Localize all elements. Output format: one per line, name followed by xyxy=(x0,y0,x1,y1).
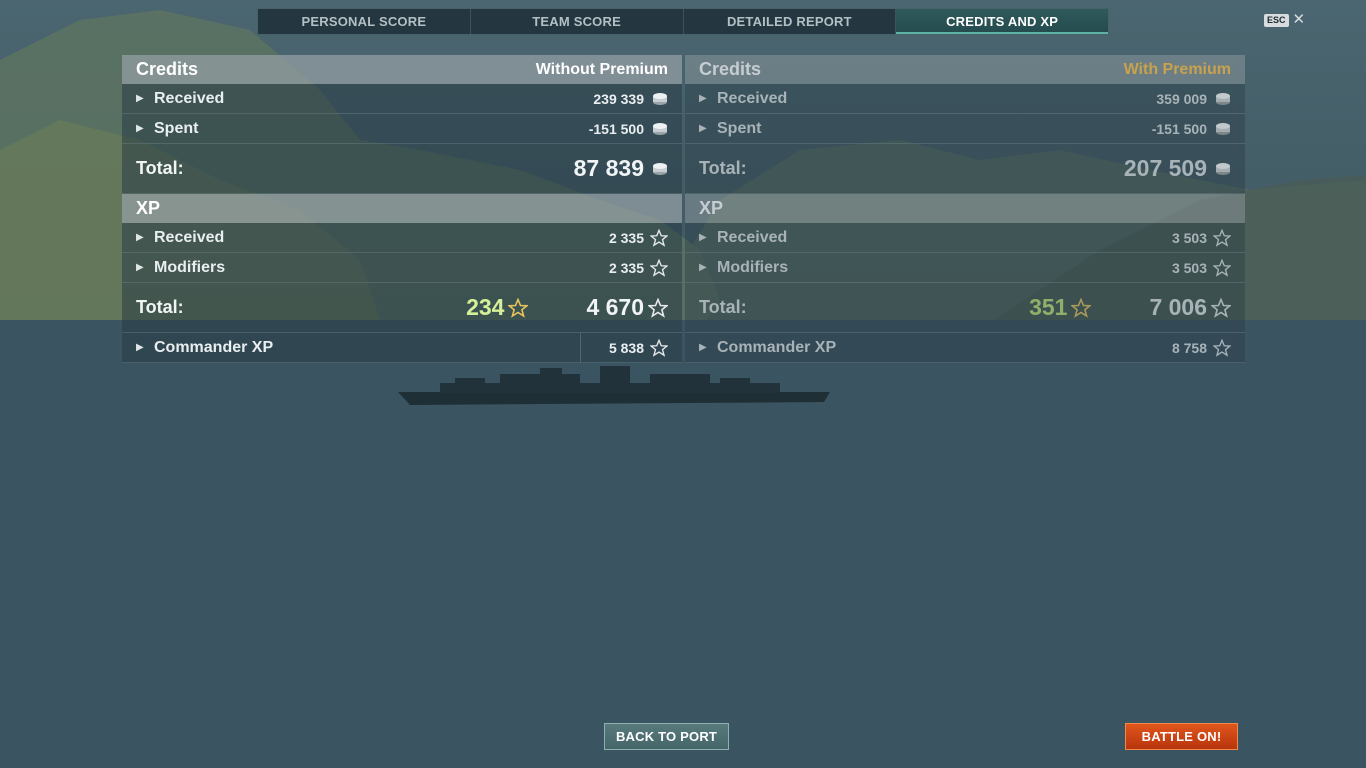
credits-total-label: Total: xyxy=(136,158,184,178)
xp-total-label: Total: xyxy=(699,297,747,317)
commander-xp-label: Commander XP xyxy=(154,338,274,356)
free-xp-star-icon xyxy=(508,297,544,318)
close-icon: ✕ xyxy=(1292,11,1306,28)
xp-modifiers-value: 2 335 xyxy=(608,259,644,276)
commander-xp-row[interactable]: ▶ Commander XP 8 758 xyxy=(685,333,1245,363)
xp-star-icon xyxy=(644,297,668,318)
xp-received-value: 2 335 xyxy=(608,229,644,246)
credits-header: Credits Without Premium xyxy=(122,55,682,84)
xp-received-row[interactable]: ▶ Received 3 503 xyxy=(685,223,1245,253)
report-tabs: PERSONAL SCORE TEAM SCORE DETAILED REPOR… xyxy=(257,8,1109,35)
xp-received-value: 3 503 xyxy=(1171,229,1207,246)
xp-received-row[interactable]: ▶ Received 2 335 xyxy=(122,223,682,253)
xp-star-icon xyxy=(1207,338,1231,357)
credits-total-row: Total: 207 509 xyxy=(685,144,1245,194)
credits-total-value: 207 509 xyxy=(1123,155,1207,181)
xp-modifiers-label: Modifiers xyxy=(717,258,789,276)
xp-title: XP xyxy=(699,198,724,218)
xp-star-icon xyxy=(1207,258,1231,277)
xp-total-row: Total: 234 4 670 xyxy=(122,283,682,333)
xp-header: XP xyxy=(122,194,682,223)
credits-header: Credits With Premium xyxy=(685,55,1245,84)
credits-spent-label: Spent xyxy=(154,119,199,137)
xp-total-row: Total: 351 7 006 xyxy=(685,283,1245,333)
xp-title: XP xyxy=(136,198,161,218)
expand-arrow-icon: ▶ xyxy=(699,232,707,243)
expand-arrow-icon: ▶ xyxy=(136,262,144,273)
credits-received-label: Received xyxy=(717,89,788,107)
expand-arrow-icon: ▶ xyxy=(699,262,707,273)
credits-coin-icon xyxy=(644,122,668,136)
xp-received-label: Received xyxy=(154,228,225,246)
credits-received-row[interactable]: ▶ Received 239 339 xyxy=(122,84,682,114)
credits-received-label: Received xyxy=(154,89,225,107)
tab-detailed-report[interactable]: DETAILED REPORT xyxy=(684,9,897,34)
credits-coin-icon xyxy=(1207,122,1231,136)
credits-total-label: Total: xyxy=(699,158,747,178)
xp-star-icon xyxy=(644,258,668,277)
expand-arrow-icon: ▶ xyxy=(699,342,707,353)
xp-modifiers-value: 3 503 xyxy=(1171,259,1207,276)
with-premium-panel: Credits With Premium ▶ Received 359 009 … xyxy=(685,55,1245,363)
tab-credits-and-xp[interactable]: CREDITS AND XP xyxy=(896,9,1108,34)
commander-xp-label: Commander XP xyxy=(717,338,837,356)
tab-personal-score[interactable]: PERSONAL SCORE xyxy=(258,9,471,34)
credits-total-value: 87 839 xyxy=(573,155,644,181)
close-button[interactable]: ESC ✕ xyxy=(1264,11,1306,28)
expand-arrow-icon: ▶ xyxy=(136,123,144,134)
credits-coin-icon xyxy=(1207,92,1231,106)
free-xp-star-icon xyxy=(1071,297,1107,318)
commander-xp-value: 5 838 xyxy=(608,339,644,356)
xp-total-label: Total: xyxy=(136,297,184,317)
without-premium-label: Without Premium xyxy=(535,60,668,78)
free-xp-value: 234 xyxy=(466,294,505,320)
credits-coin-icon xyxy=(1207,162,1231,176)
expand-arrow-icon: ▶ xyxy=(136,93,144,104)
commander-xp-row[interactable]: ▶ Commander XP 5 838 xyxy=(122,333,682,363)
with-premium-label: With Premium xyxy=(1123,60,1231,78)
expand-arrow-icon: ▶ xyxy=(136,342,144,353)
xp-star-icon xyxy=(644,338,668,357)
xp-total-value: 4 670 xyxy=(586,294,644,320)
free-xp-value: 351 xyxy=(1029,294,1068,320)
xp-star-icon xyxy=(644,228,668,247)
xp-modifiers-row[interactable]: ▶ Modifiers 3 503 xyxy=(685,253,1245,283)
back-to-port-button[interactable]: BACK TO PORT xyxy=(604,723,729,750)
battle-on-button[interactable]: BATTLE ON! xyxy=(1125,723,1238,750)
credits-received-row[interactable]: ▶ Received 359 009 xyxy=(685,84,1245,114)
expand-arrow-icon: ▶ xyxy=(699,123,707,134)
credits-spent-row[interactable]: ▶ Spent -151 500 xyxy=(685,114,1245,144)
credits-spent-row[interactable]: ▶ Spent -151 500 xyxy=(122,114,682,144)
credits-coin-icon xyxy=(644,92,668,106)
xp-modifiers-row[interactable]: ▶ Modifiers 2 335 xyxy=(122,253,682,283)
credits-coin-icon xyxy=(644,162,668,176)
xp-star-icon xyxy=(1207,297,1231,318)
xp-received-label: Received xyxy=(717,228,788,246)
without-premium-panel: Credits Without Premium ▶ Received 239 3… xyxy=(122,55,682,363)
xp-modifiers-label: Modifiers xyxy=(154,258,226,276)
expand-arrow-icon: ▶ xyxy=(699,93,707,104)
credits-spent-value: -151 500 xyxy=(1151,120,1207,137)
esc-key-label: ESC xyxy=(1264,13,1289,27)
tab-team-score[interactable]: TEAM SCORE xyxy=(471,9,684,34)
expand-arrow-icon: ▶ xyxy=(136,232,144,243)
xp-header: XP xyxy=(685,194,1245,223)
commander-xp-value: 8 758 xyxy=(1171,339,1207,356)
credits-received-value: 359 009 xyxy=(1156,90,1207,107)
credits-received-value: 239 339 xyxy=(593,90,644,107)
xp-star-icon xyxy=(1207,228,1231,247)
credits-total-row: Total: 87 839 xyxy=(122,144,682,194)
credits-spent-label: Spent xyxy=(717,119,762,137)
xp-total-value: 7 006 xyxy=(1149,294,1207,320)
credits-title: Credits xyxy=(136,59,199,79)
credits-spent-value: -151 500 xyxy=(588,120,644,137)
credits-title: Credits xyxy=(699,59,762,79)
